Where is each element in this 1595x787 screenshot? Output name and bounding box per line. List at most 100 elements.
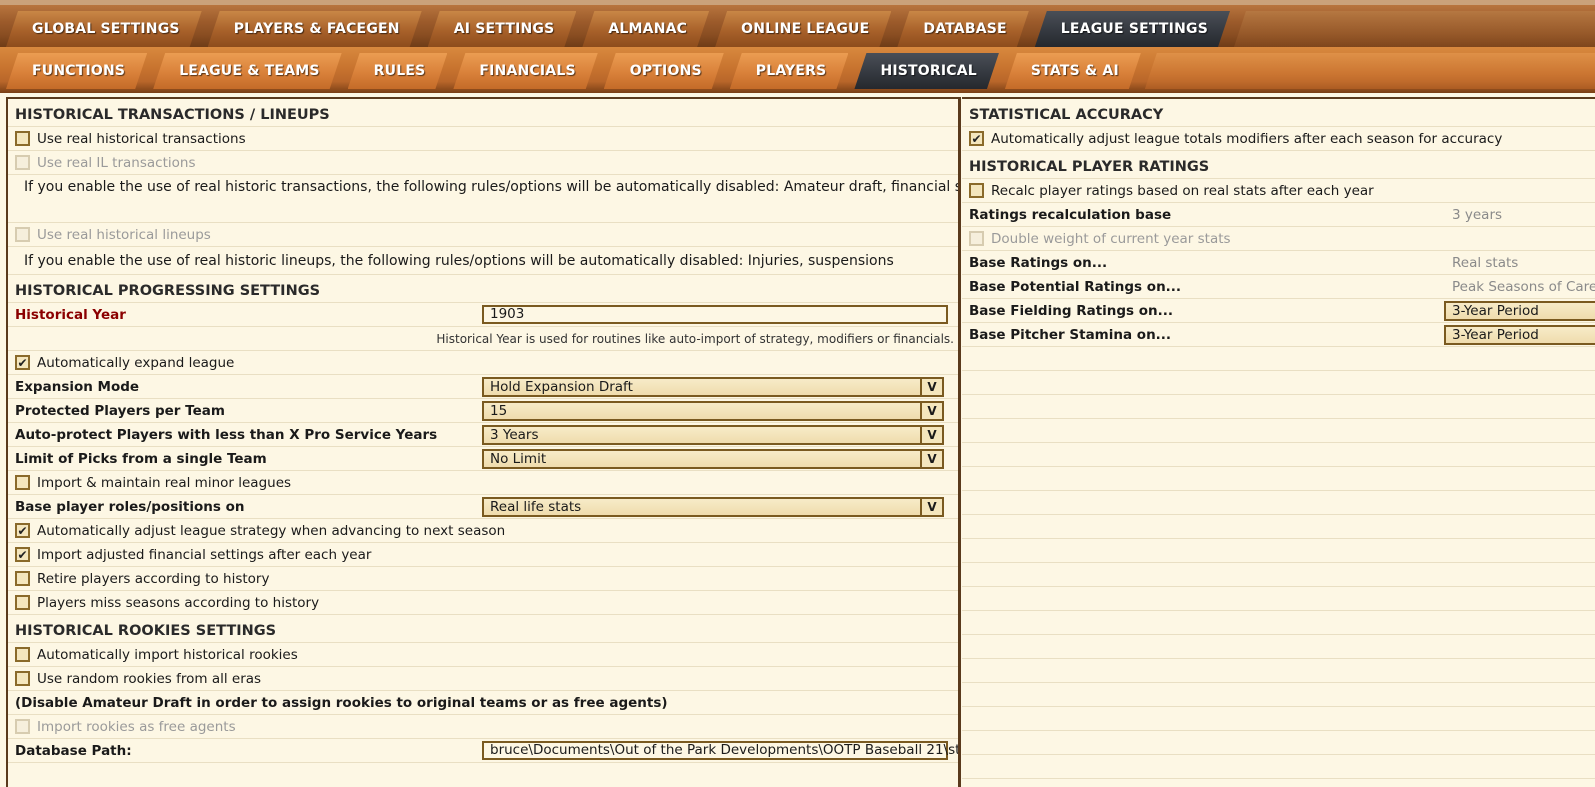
chevron-down-icon[interactable]: V (920, 427, 942, 443)
base-stamina-select[interactable]: 3-Year Period (1444, 325, 1595, 345)
protected-players-row: Protected Players per Team 15 V (8, 399, 958, 423)
historical-year-input[interactable]: 1903 (482, 305, 948, 324)
checkbox-disabled-icon (15, 719, 30, 734)
expansion-mode-select[interactable]: Hold Expansion Draft V (482, 377, 944, 397)
tab-database[interactable]: DATABASE (897, 11, 1028, 47)
tab-stats-ai[interactable]: STATS & AI (1005, 53, 1141, 89)
protected-players-select[interactable]: 15 V (482, 401, 944, 421)
tab-financials[interactable]: FINANCIALS (453, 53, 597, 89)
tab-historical[interactable]: HISTORICAL (854, 53, 998, 89)
select-value: No Limit (490, 451, 547, 467)
option-label: Retire players according to history (37, 570, 270, 587)
checkbox-unchecked-icon[interactable] (969, 183, 984, 198)
rookies-free-agents-option: Import rookies as free agents (8, 715, 958, 739)
tab-options[interactable]: OPTIONS (604, 53, 724, 89)
option-label: Use real historical transactions (37, 130, 246, 147)
base-ratings-label: Base Ratings on... (969, 254, 1108, 271)
base-roles-row: Base player roles/positions on Real life… (8, 495, 958, 519)
tab-ai-settings[interactable]: AI SETTINGS (428, 11, 577, 47)
checkbox-unchecked-icon[interactable] (15, 571, 30, 586)
auto-strategy-option[interactable]: ✔ Automatically adjust league strategy w… (8, 519, 958, 543)
retire-history-option[interactable]: Retire players according to history (8, 567, 958, 591)
option-label: Players miss seasons according to histor… (37, 594, 320, 611)
checkbox-unchecked-icon[interactable] (15, 475, 30, 490)
recalc-ratings-option[interactable]: Recalc player ratings based on real stat… (962, 179, 1595, 203)
option-label: Double weight of current year stats (991, 230, 1231, 247)
base-roles-select[interactable]: Real life stats V (482, 497, 944, 517)
empty-row (962, 347, 1595, 371)
section-title-progressing: HISTORICAL PROGRESSING SETTINGS (8, 275, 958, 303)
section-title-rookies: HISTORICAL ROOKIES SETTINGS (8, 615, 958, 643)
empty-row (962, 515, 1595, 539)
tab-players-facegen[interactable]: PLAYERS & FACEGEN (208, 11, 422, 47)
checkmark-icon[interactable]: ✔ (15, 523, 30, 538)
tab-global-settings[interactable]: GLOBAL SETTINGS (6, 11, 202, 47)
base-stamina-row: Base Pitcher Stamina on... 3-Year Period (962, 323, 1595, 347)
lineups-note-row: If you enable the use of real historic l… (8, 247, 958, 275)
section-title-player-ratings: HISTORICAL PLAYER RATINGS (962, 151, 1595, 179)
empty-row (962, 539, 1595, 563)
option-label: Automatically adjust league totals modif… (991, 130, 1503, 147)
auto-protect-row: Auto-protect Players with less than X Pr… (8, 423, 958, 447)
base-potential-value: Peak Seasons of Career (1452, 278, 1595, 295)
recalc-base-value: 3 years (1452, 206, 1503, 223)
primary-tab-bar: GLOBAL SETTINGS PLAYERS & FACEGEN AI SET… (0, 0, 1595, 47)
tab-rules[interactable]: RULES (348, 53, 448, 89)
base-potential-label: Base Potential Ratings on... (969, 278, 1182, 295)
auto-adjust-totals-option[interactable]: ✔ Automatically adjust league totals mod… (962, 127, 1595, 151)
transactions-note-row: If you enable the use of real historic t… (8, 175, 958, 223)
checkbox-unchecked-icon[interactable] (15, 595, 30, 610)
recalc-base-row: Ratings recalculation base 3 years (962, 203, 1595, 227)
empty-row (962, 443, 1595, 467)
tab-functions[interactable]: FUNCTIONS (6, 53, 147, 89)
miss-seasons-option[interactable]: Players miss seasons according to histor… (8, 591, 958, 615)
ratings-settings-panel: STATISTICAL ACCURACY ✔ Automatically adj… (962, 97, 1595, 787)
chevron-down-icon[interactable]: V (920, 499, 942, 515)
empty-row (962, 755, 1595, 779)
base-stamina-label: Base Pitcher Stamina on... (969, 326, 1172, 343)
checkmark-icon[interactable]: ✔ (15, 547, 30, 562)
base-potential-row: Base Potential Ratings on... Peak Season… (962, 275, 1595, 299)
limit-picks-select[interactable]: No Limit V (482, 449, 944, 469)
section-title-transactions: HISTORICAL TRANSACTIONS / LINEUPS (8, 99, 958, 127)
historical-year-label: Historical Year (15, 306, 126, 323)
empty-row (962, 635, 1595, 659)
option-label: Use real historical lineups (37, 226, 211, 243)
chevron-down-icon[interactable]: V (920, 451, 942, 467)
checkmark-icon[interactable]: ✔ (969, 131, 984, 146)
chevron-down-icon[interactable]: V (920, 403, 942, 419)
checkmark-icon[interactable]: ✔ (15, 355, 30, 370)
auto-rookies-option[interactable]: Automatically import historical rookies (8, 643, 958, 667)
base-roles-label: Base player roles/positions on (15, 498, 245, 515)
empty-row (962, 611, 1595, 635)
recalc-base-label: Ratings recalculation base (969, 206, 1172, 223)
chevron-down-icon[interactable]: V (920, 379, 942, 395)
auto-expand-option[interactable]: ✔ Automatically expand league (8, 351, 958, 375)
option-label: Import adjusted financial settings after… (37, 546, 372, 563)
option-label: Recalc player ratings based on real stat… (991, 182, 1374, 199)
tab-almanac[interactable]: ALMANAC (582, 11, 709, 47)
historical-settings-panel: HISTORICAL TRANSACTIONS / LINEUPS Use re… (6, 97, 961, 787)
use-real-transactions-option[interactable]: Use real historical transactions (8, 127, 958, 151)
tab-players[interactable]: PLAYERS (730, 53, 849, 89)
random-rookies-option[interactable]: Use random rookies from all eras (8, 667, 958, 691)
tab-online-league[interactable]: ONLINE LEAGUE (715, 11, 891, 47)
empty-row (962, 731, 1595, 755)
import-minor-leagues-option[interactable]: Import & maintain real minor leagues (8, 471, 958, 495)
checkbox-unchecked-icon[interactable] (15, 131, 30, 146)
base-fielding-select[interactable]: 3-Year Period (1444, 301, 1595, 321)
expansion-mode-label: Expansion Mode (15, 378, 140, 395)
option-label: Automatically adjust league strategy whe… (37, 522, 506, 539)
auto-protect-select[interactable]: 3 Years V (482, 425, 944, 445)
empty-row (962, 707, 1595, 731)
import-financial-option[interactable]: ✔ Import adjusted financial settings aft… (8, 543, 958, 567)
empty-row (962, 371, 1595, 395)
checkbox-unchecked-icon[interactable] (15, 647, 30, 662)
database-path-input[interactable]: bruce\Documents\Out of the Park Developm… (482, 741, 958, 760)
tab-league-settings[interactable]: LEAGUE SETTINGS (1035, 11, 1230, 47)
secondary-tab-bar: FUNCTIONS LEAGUE & TEAMS RULES FINANCIAL… (0, 47, 1595, 93)
checkbox-unchecked-icon[interactable] (15, 671, 30, 686)
use-real-il-option: Use real IL transactions (8, 151, 958, 175)
select-value: 3 Years (490, 427, 539, 443)
tab-league-teams[interactable]: LEAGUE & TEAMS (153, 53, 341, 89)
